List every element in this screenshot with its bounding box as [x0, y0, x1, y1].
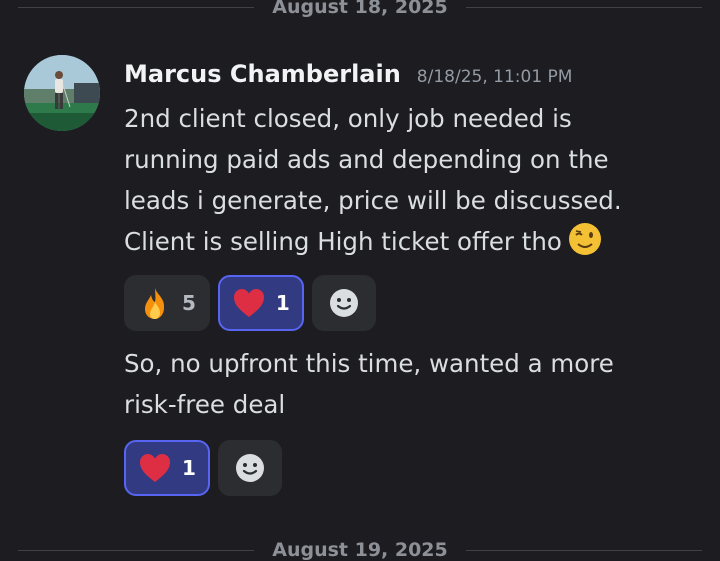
heart-icon [232, 286, 266, 320]
reaction-heart[interactable]: 1 [124, 440, 210, 496]
add-reaction-button[interactable] [311, 275, 376, 331]
message-text: So, no upfront this time, wanted a more … [124, 349, 614, 419]
reaction-heart[interactable]: 1 [217, 275, 304, 331]
divider-line [18, 549, 255, 551]
reaction-bar: 1 [124, 440, 282, 496]
message-header: Marcus Chamberlain 8/18/25, 11:01 PM [124, 60, 572, 88]
add-reaction-button[interactable] [217, 440, 282, 496]
date-divider-label: August 19, 2025 [272, 539, 448, 561]
add-reaction-smiley-icon [233, 451, 267, 485]
add-reaction-smiley-icon [327, 286, 361, 320]
date-divider-bottom: August 19, 2025 [0, 539, 720, 561]
fire-icon [138, 286, 172, 320]
timestamp[interactable]: 8/18/25, 11:01 PM [417, 67, 573, 87]
golfer-avatar-icon [24, 55, 100, 131]
divider-line [18, 6, 255, 8]
reaction-count: 5 [182, 291, 196, 315]
divider-line [465, 549, 702, 551]
date-divider-label: August 18, 2025 [272, 0, 448, 18]
reaction-fire[interactable]: 5 [124, 275, 210, 331]
winking-face-icon [568, 222, 602, 256]
divider-line [465, 6, 702, 8]
heart-icon [138, 451, 172, 485]
username[interactable]: Marcus Chamberlain [124, 60, 401, 88]
reaction-bar: 5 1 [124, 275, 376, 331]
message-body: 2nd client closed, only job needed is ru… [124, 104, 622, 256]
reaction-count: 1 [275, 291, 290, 315]
date-divider-top: August 18, 2025 [0, 0, 720, 18]
message-text: 2nd client closed, only job needed is ru… [124, 98, 704, 262]
reaction-count: 1 [182, 456, 196, 480]
avatar[interactable] [24, 55, 100, 131]
